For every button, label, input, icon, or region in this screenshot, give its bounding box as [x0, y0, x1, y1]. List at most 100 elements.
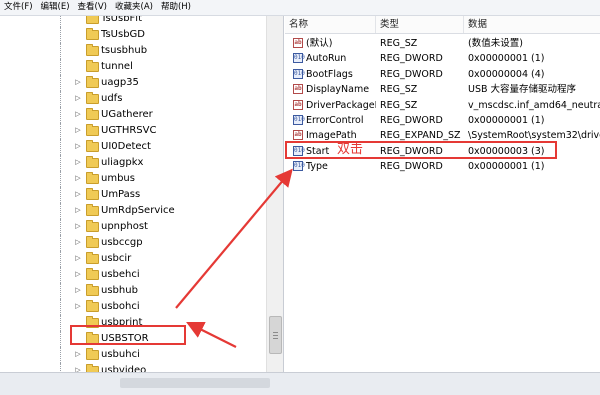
tree-item-usbvideo[interactable]: ▷ usbvideo — [0, 363, 283, 372]
registry-editor-window: 文件(F) 编辑(E) 查看(V) 收藏夹(A) 帮助(H) TsUsbFlt TsUsb… — [0, 0, 600, 395]
tree-guide-line — [60, 123, 62, 139]
tree-guide-line — [60, 219, 62, 235]
tree-item-tunnel[interactable]: tunnel — [0, 59, 283, 75]
tree-item-ugatherer[interactable]: ▷ UGatherer — [0, 107, 283, 123]
folder-icon — [86, 44, 99, 56]
tree-item-usbohci[interactable]: ▷ usbohci — [0, 299, 283, 315]
expand-arrow-icon[interactable]: ▷ — [74, 254, 82, 263]
value-type-cell: REG_SZ — [380, 84, 418, 96]
folder-icon — [86, 60, 99, 72]
values-list-pane[interactable]: 名称 类型 数据 ab (默认) REG_SZ (数值未设置) 010 AutoRun RE… — [285, 16, 600, 372]
expand-arrow-icon[interactable]: ▷ — [74, 222, 82, 231]
expand-arrow-icon[interactable]: ▷ — [74, 190, 82, 199]
tree-item-umrdpservice[interactable]: ▷ UmRdpService — [0, 203, 283, 219]
tree-item-usbuhci[interactable]: ▷ usbuhci — [0, 347, 283, 363]
tree-item-label: TsUsbFlt — [101, 16, 142, 24]
value-row-autorun[interactable]: 010 AutoRun REG_DWORD 0x00000001 (1) — [285, 51, 600, 66]
tree-item-label: umbus — [101, 173, 135, 184]
expand-arrow-icon[interactable]: ▷ — [74, 126, 82, 135]
expand-arrow-icon[interactable]: ▷ — [74, 174, 82, 183]
tree-item-usbcir[interactable]: ▷ usbcir — [0, 251, 283, 267]
list-header: 名称 类型 数据 — [285, 16, 600, 34]
expand-arrow-icon[interactable]: ▷ — [74, 78, 82, 87]
tree-item-label: UGTHRSVC — [101, 125, 157, 136]
value-data-cell: 0x00000001 (1) — [468, 161, 545, 173]
value-row-[interactable]: ab (默认) REG_SZ (数值未设置) — [285, 36, 600, 51]
tree-vertical-scrollbar[interactable] — [266, 16, 283, 372]
value-row-driverpackageid[interactable]: ab DriverPackageId REG_SZ v_mscdsc.inf_amd6… — [285, 98, 600, 113]
menu-edit[interactable]: 编辑(E) — [37, 0, 74, 15]
column-header-type[interactable]: 类型 — [376, 16, 464, 33]
tree-guide-line — [60, 235, 62, 251]
folder-icon — [86, 252, 99, 264]
tree-item-label: TsUsbGD — [101, 29, 145, 40]
value-row-type[interactable]: 010 Type REG_DWORD 0x00000001 (1) — [285, 159, 600, 174]
menu-view[interactable]: 查看(V) — [74, 0, 111, 15]
tree-guide-line — [60, 283, 62, 299]
tree-item-label: usbuhci — [101, 349, 140, 360]
tree-guide-line — [60, 363, 62, 372]
value-type-cell: REG_DWORD — [380, 161, 443, 173]
tree-item-usbccgp[interactable]: ▷ usbccgp — [0, 235, 283, 251]
folder-icon — [86, 16, 99, 24]
dword-value-icon: 010 — [293, 68, 305, 79]
selected-key-highlight — [70, 325, 186, 345]
expand-arrow-icon[interactable]: ▷ — [74, 350, 82, 359]
menu-favorites[interactable]: 收藏夹(A) — [111, 0, 157, 15]
tree-guide-line — [60, 203, 62, 219]
folder-icon — [86, 76, 99, 88]
string-value-icon: ab — [293, 99, 303, 110]
tree-item-umpass[interactable]: ▷ UmPass — [0, 187, 283, 203]
tree-item-udfs[interactable]: ▷ udfs — [0, 91, 283, 107]
value-row-errorcontrol[interactable]: 010 ErrorControl REG_DWORD 0x00000001 (1) — [285, 113, 600, 128]
tree-item-label: UmRdpService — [101, 205, 175, 216]
tree-item-tsusbhub[interactable]: tsusbhub — [0, 43, 283, 59]
tree-guide-line — [60, 75, 62, 91]
tree-item-usbhub[interactable]: ▷ usbhub — [0, 283, 283, 299]
expand-arrow-icon[interactable]: ▷ — [74, 110, 82, 119]
expand-arrow-icon[interactable]: ▷ — [74, 270, 82, 279]
value-data-cell: 0x00000001 (1) — [468, 115, 545, 126]
expand-arrow-icon[interactable]: ▷ — [74, 302, 82, 311]
tree-guide-line — [60, 267, 62, 283]
tree-item-label: tunnel — [101, 61, 133, 72]
value-data-cell: (数值未设置) — [468, 38, 523, 49]
expand-arrow-icon[interactable]: ▷ — [74, 142, 82, 151]
registry-tree-pane[interactable]: TsUsbFlt TsUsbGD tsusbhub tunnel ▷ uagp35 ▷ udf… — [0, 16, 284, 372]
tree-item-tsusbgd[interactable]: TsUsbGD — [0, 27, 283, 43]
expand-arrow-icon[interactable]: ▷ — [74, 158, 82, 167]
tree-item-label: usbvideo — [101, 365, 147, 372]
tree-item-uagp35[interactable]: ▷ uagp35 — [0, 75, 283, 91]
tree-item-umbus[interactable]: ▷ umbus — [0, 171, 283, 187]
value-name-cell: ErrorControl — [306, 115, 364, 126]
horizontal-scrollbar[interactable] — [120, 378, 270, 388]
column-header-name[interactable]: 名称 — [285, 16, 376, 33]
value-name-cell: (默认) — [306, 38, 333, 49]
folder-icon — [86, 28, 99, 40]
tree-item-ugthrsvc[interactable]: ▷ UGTHRSVC — [0, 123, 283, 139]
tree-guide-line — [60, 331, 62, 347]
menu-file[interactable]: 文件(F) — [0, 0, 37, 15]
expand-arrow-icon[interactable]: ▷ — [74, 206, 82, 215]
folder-icon — [86, 204, 99, 216]
value-type-cell: REG_SZ — [380, 99, 418, 111]
column-header-data[interactable]: 数据 — [464, 16, 600, 33]
tree-item-upnphost[interactable]: ▷ upnphost — [0, 219, 283, 235]
value-row-displayname[interactable]: ab DisplayName REG_SZ USB 大容量存储驱动程序 — [285, 82, 600, 97]
expand-arrow-icon[interactable]: ▷ — [74, 286, 82, 295]
folder-icon — [86, 236, 99, 248]
scrollbar-thumb[interactable] — [269, 316, 282, 354]
menu-bar: 文件(F) 编辑(E) 查看(V) 收藏夹(A) 帮助(H) — [0, 0, 600, 16]
value-data-cell: USB 大容量存储驱动程序 — [468, 84, 577, 96]
folder-icon — [86, 188, 99, 200]
expand-arrow-icon[interactable]: ▷ — [74, 94, 82, 103]
tree-item-uliagpkx[interactable]: ▷ uliagpkx — [0, 155, 283, 171]
tree-item-tsusbflt[interactable]: TsUsbFlt — [0, 16, 283, 27]
tree-item-label: UmPass — [101, 189, 141, 200]
tree-item-ui0detect[interactable]: ▷ UI0Detect — [0, 139, 283, 155]
menu-help[interactable]: 帮助(H) — [157, 0, 195, 15]
expand-arrow-icon[interactable]: ▷ — [74, 238, 82, 247]
value-row-bootflags[interactable]: 010 BootFlags REG_DWORD 0x00000004 (4) — [285, 67, 600, 82]
tree-item-label: usbccgp — [101, 237, 143, 248]
tree-item-usbehci[interactable]: ▷ usbehci — [0, 267, 283, 283]
